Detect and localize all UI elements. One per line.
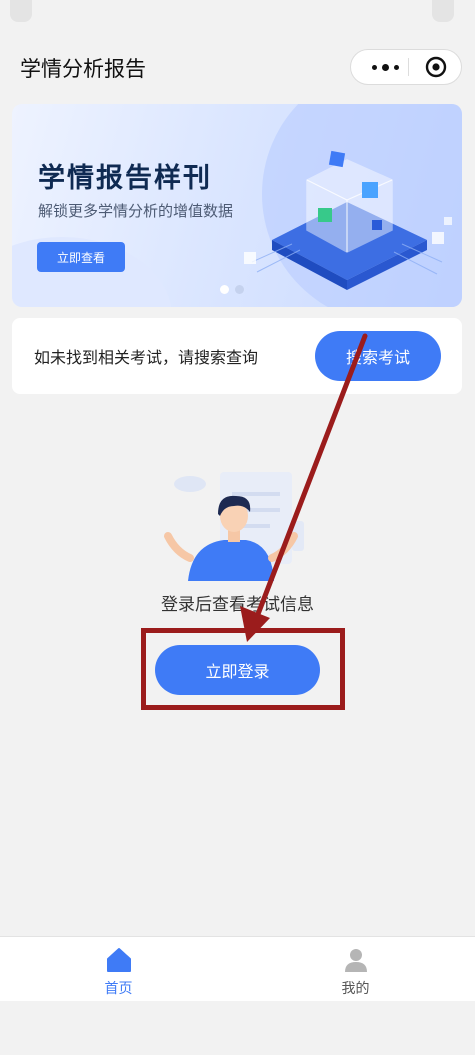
close-target-icon[interactable] (425, 56, 447, 78)
person-icon (345, 949, 367, 972)
tab-home[interactable]: 首页 (0, 937, 237, 1001)
view-now-button[interactable]: 立即查看 (37, 242, 125, 272)
carousel-indicator (220, 285, 244, 294)
tab-bar: 首页 我的 (0, 936, 475, 1001)
page-title: 学情分析报告 (20, 57, 146, 81)
mini-program-capsule (350, 49, 462, 85)
login-hint-text: 登录后查看考试信息 (161, 595, 314, 615)
carousel-dot-active (220, 285, 229, 294)
capsule-divider (408, 58, 409, 76)
annotation-highlight-box (141, 628, 345, 710)
tab-mine-label: 我的 (341, 981, 370, 997)
carousel-dot (235, 285, 244, 294)
sample-report-banner[interactable]: 学情报告样刊 解锁更多学情分析的增值数据 立即查看 (12, 104, 462, 307)
search-exam-button[interactable]: 搜索考试 (315, 331, 441, 381)
home-icon (107, 948, 131, 972)
status-bar-notch-left (10, 0, 32, 22)
search-exam-card: 如未找到相关考试，请搜索查询 搜索考试 (12, 318, 462, 394)
tab-mine[interactable]: 我的 (237, 937, 474, 1001)
status-bar-notch-right (432, 0, 454, 22)
data-cube-illustration (244, 150, 452, 290)
nav-bar: 学情分析报告 (0, 38, 475, 98)
banner-title: 学情报告样刊 (38, 163, 212, 194)
status-bar (0, 0, 475, 30)
tab-home-label: 首页 (104, 981, 133, 997)
home-indicator-area (0, 1001, 475, 1055)
search-prompt: 如未找到相关考试，请搜索查询 (34, 348, 259, 367)
more-icon[interactable] (365, 50, 405, 84)
login-illustration (164, 472, 304, 581)
banner-subtitle: 解锁更多学情分析的增值数据 (38, 202, 234, 220)
